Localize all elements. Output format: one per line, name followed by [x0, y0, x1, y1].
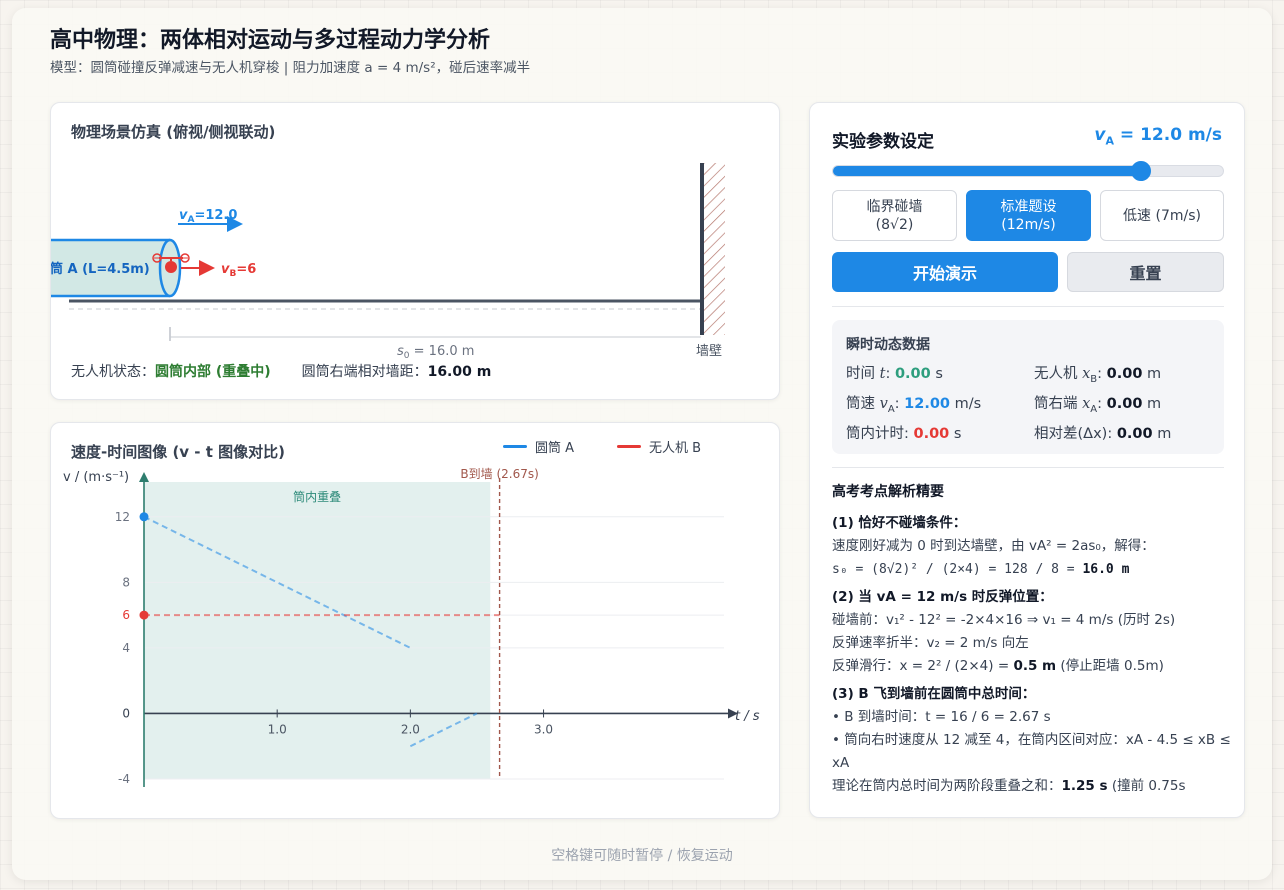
vb-label: vB=6: [221, 262, 256, 279]
y-tick-label: 4: [122, 641, 130, 655]
live-tube-speed: 筒速 vA: 12.00 m/s: [846, 396, 982, 415]
preset-standard-button[interactable]: 标准题设 (12m/s): [966, 190, 1091, 241]
status-line: 无人机状态：圆筒内部 (重叠中) 圆筒右端相对墙距：16.00 m: [71, 361, 491, 381]
y-axis-arrow: [139, 472, 149, 482]
overlap-label: 筒内重叠: [293, 489, 341, 504]
x-axis-label: t / s: [735, 709, 760, 724]
preset-critical-line2: (8√2): [875, 216, 914, 233]
analysis-section: 高考考点解析精要 (1) 恰好不碰墙条件： 速度刚好减为 0 时到达墙壁，由 v…: [832, 481, 1232, 798]
analysis-s2-title: (2) 当 vA = 12 m/s 时反弹位置：: [832, 589, 1053, 605]
preset-critical-line1: 临界碰墙: [866, 198, 923, 215]
va-slider-fill: [833, 166, 1142, 176]
y-tick-label: 0: [122, 706, 130, 720]
live-inside-timer: 筒内计时: 0.00 s: [846, 426, 962, 442]
analysis-s3-line1: • B 到墙时间：t = 16 / 6 = 2.67 s: [832, 709, 1051, 725]
wall-hatch: [703, 163, 725, 335]
wall-distance-value: 16.00 m: [427, 364, 492, 380]
wall-label: 墙壁: [696, 344, 722, 359]
live-data-panel: 瞬时动态数据 时间 t: 0.00 s 筒速 vA: 12.00 m/s 筒内计…: [832, 320, 1224, 454]
reset-button[interactable]: 重置: [1067, 252, 1224, 292]
keyboard-hint: 空格键可随时暂停 / 恢复运动: [551, 848, 733, 864]
wall-distance-label: 圆筒右端相对墙距：: [301, 364, 428, 380]
wall-time-label: B到墙 (2.67s): [460, 467, 538, 481]
controls-title: 实验参数设定: [832, 132, 934, 152]
preset-standard-line1: 标准题设: [1000, 198, 1057, 215]
distance-label: s0 = 16.0 m: [397, 344, 474, 361]
analysis-title: 高考考点解析精要: [832, 484, 944, 500]
divider: [832, 306, 1224, 307]
drone-status-value: 圆筒内部 (重叠中): [155, 364, 271, 380]
y-tick-label: 12: [115, 510, 130, 524]
va-readout: vA = 12.0 m/s: [1094, 125, 1222, 148]
live-relative-diff: 相对差(Δx): 0.00 m: [1034, 426, 1172, 442]
y-tick-label: -4: [118, 772, 130, 786]
page-subtitle: 模型：圆筒碰撞反弹减速与无人机穿梭 | 阻力加速度 a = 4 m/s²，碰后速…: [50, 60, 531, 76]
live-time: 时间 t: 0.00 s: [846, 366, 943, 382]
analysis-s3-title: (3) B 飞到墙前在圆筒中总时间：: [832, 686, 1036, 702]
analysis-s2-line1: 碰墙前：v₁² - 12² = -2×4×16 ⇒ v₁ = 4 m/s (历时…: [832, 612, 1176, 628]
vt-chart-panel: 速度-时间图像 (v - t 图像对比) 圆筒 A 无人机 B 3.0 2.0 1.…: [50, 422, 780, 819]
y-tick-label: 8: [122, 575, 130, 589]
analysis-s3-line3: 理论在筒内总时间为两阶段重叠之和：1.25 s (撞前 0.75s: [832, 778, 1186, 794]
start-demo-button[interactable]: 开始演示: [832, 252, 1058, 292]
va-label: vA=12.0: [179, 208, 237, 225]
scene-canvas: 圆筒 A (L=4.5m) vA=12.0 vB=6 s0 = 16.0 m 墙…: [51, 163, 725, 361]
preset-standard-line2: (12m/s): [1001, 216, 1056, 233]
analysis-s1-line1: 速度刚好减为 0 时到达墙壁，由 vA² = 2as₀，解得：: [832, 538, 1155, 554]
va-slider-thumb[interactable]: [1131, 161, 1152, 181]
y-axis-label: v / (m·s⁻¹): [63, 470, 129, 485]
va-slider[interactable]: [832, 161, 1224, 181]
control-panel: 实验参数设定 vA = 12.0 m/s 临界碰墙 (8√2) 标准题设 (12…: [809, 102, 1245, 818]
analysis-s3-line2: • 筒向右时速度从 12 减至 4，在筒内区间对应：xA - 4.5 ≤ xB …: [832, 732, 1231, 771]
tube-label: 圆筒 A (L=4.5m): [51, 261, 150, 277]
preset-low-speed-label: 低速 (7m/s): [1123, 207, 1201, 224]
overlap-region: [144, 482, 491, 779]
scene-panel: 物理场景仿真 (俯视/侧视联动) 筒 A (L=4.5m) vA=12.0 vB…: [50, 102, 780, 400]
analysis-s1-title: (1) 恰好不碰墙条件：: [832, 515, 967, 531]
page-title: 高中物理：两体相对运动与多过程动力学分析: [50, 28, 491, 53]
preset-critical-button[interactable]: 临界碰墙 (8√2): [832, 190, 957, 241]
y-tick-label: 6: [122, 608, 130, 622]
analysis-s2-line2: 反弹速率折半：v₂ = 2 m/s 向左: [832, 635, 1029, 651]
x-tick-label: 3.0: [534, 722, 553, 736]
analysis-s1-line2: s₀ = (8√2)² / (2×4) = 128 / 8 = 16.0 m: [832, 562, 1130, 577]
drone-status-label: 无人机状态：: [71, 364, 155, 380]
live-tube-right-position: 筒右端 xA: 0.00 m: [1034, 396, 1162, 415]
live-data-title: 瞬时动态数据: [846, 337, 930, 353]
vt-chart: 3.02.01.0-4046812v / (m·s⁻¹) t / s 筒内重叠 …: [63, 467, 760, 787]
preset-low-speed-button[interactable]: 低速 (7m/s): [1100, 190, 1224, 241]
divider: [832, 467, 1224, 468]
x-tick-label: 2.0: [401, 722, 420, 736]
live-drone-position: 无人机 xB: 0.00 m: [1034, 366, 1162, 385]
x-tick-label: 1.0: [268, 722, 287, 736]
analysis-s2-line3: 反弹滑行：x = 2² / (2×4) = 0.5 m (停止距墙 0.5m): [832, 658, 1164, 674]
tube-a-start-marker: [139, 512, 149, 522]
drone-b-start-marker: [139, 610, 149, 620]
